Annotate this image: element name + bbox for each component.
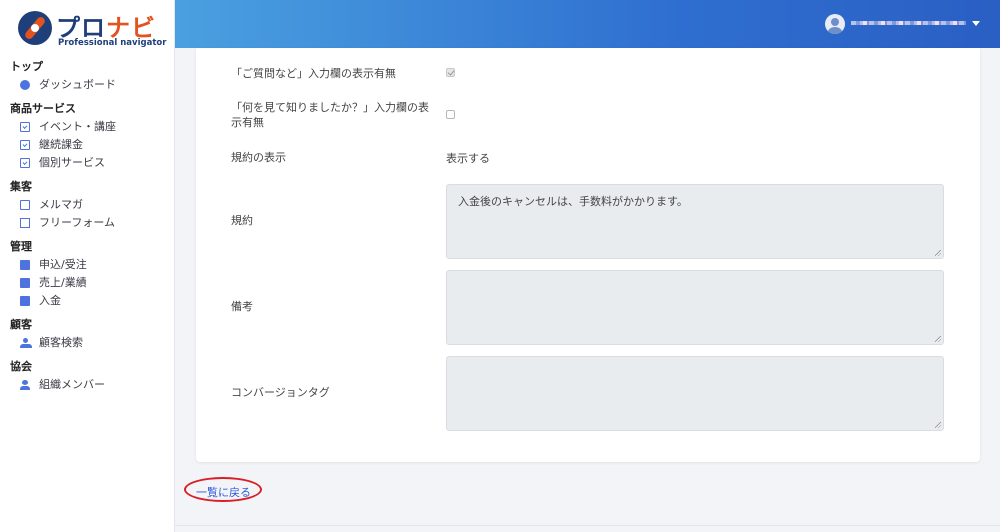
sidebar-item-events[interactable]: イベント・講座 bbox=[0, 118, 175, 136]
calendar-icon bbox=[20, 296, 30, 306]
nav-section-management: 管理 bbox=[10, 240, 32, 253]
terms-textarea[interactable]: 入金後のキャンセルは、手数料がかかります。 bbox=[446, 184, 944, 259]
nav-section-top: トップ bbox=[10, 60, 43, 73]
nav-section-association: 協会 bbox=[10, 360, 32, 373]
sidebar-item-label: ダッシュボード bbox=[39, 78, 116, 91]
brand-logo[interactable]: プロナビ Professional navigator bbox=[16, 8, 166, 50]
footer-divider bbox=[175, 525, 1000, 526]
calendar-icon bbox=[20, 278, 30, 288]
sidebar-item-subscription[interactable]: 継続課金 bbox=[0, 136, 175, 154]
user-menu-name[interactable]: ■■■■■■■■■■■■ bbox=[851, 17, 966, 29]
sidebar-item-label: メルマガ bbox=[39, 198, 83, 211]
sidebar-item-payments[interactable]: 入金 bbox=[0, 292, 175, 310]
sidebar-item-label: 入金 bbox=[39, 294, 61, 307]
form-icon bbox=[20, 218, 30, 228]
sidebar-nav: トップ ダッシュボード 商品サービス イベント・講座 継続課金 個別サービス 集… bbox=[0, 58, 175, 394]
nav-section-customers: 顧客 bbox=[10, 318, 32, 331]
terms-display-value: 表示する bbox=[446, 152, 490, 165]
referral-field-label: 「何を見て知りましたか？」入力欄の表 示有無 bbox=[231, 101, 429, 129]
sidebar-item-sales[interactable]: 売上/業績 bbox=[0, 274, 175, 292]
calendar-check-icon bbox=[20, 158, 30, 168]
sidebar-item-dashboard[interactable]: ダッシュボード bbox=[0, 76, 175, 94]
sidebar-item-label: イベント・講座 bbox=[39, 120, 116, 133]
question-field-checkbox[interactable] bbox=[446, 68, 455, 77]
referral-field-checkbox[interactable] bbox=[446, 110, 455, 119]
compass-icon bbox=[18, 11, 52, 45]
conversion-tag-textarea[interactable] bbox=[446, 356, 944, 431]
sidebar-item-individual-services[interactable]: 個別サービス bbox=[0, 154, 175, 172]
conversion-tag-label: コンバージョンタグ bbox=[231, 386, 330, 399]
terms-label: 規約 bbox=[231, 214, 253, 227]
topbar: ■■■■■■■■■■■■ bbox=[175, 0, 1000, 48]
users-icon bbox=[20, 338, 32, 348]
dashboard-icon bbox=[20, 80, 30, 90]
calendar-check-icon bbox=[20, 140, 30, 150]
terms-display-label: 規約の表示 bbox=[231, 151, 286, 164]
question-field-label: 「ご質問など」入力欄の表示有無 bbox=[231, 67, 396, 80]
sidebar-item-newsletter[interactable]: メルマガ bbox=[0, 196, 175, 214]
sidebar-item-label: 個別サービス bbox=[39, 156, 105, 169]
sidebar-item-free-form[interactable]: フリーフォーム bbox=[0, 214, 175, 232]
calendar-check-icon bbox=[20, 122, 30, 132]
sidebar-item-orders[interactable]: 申込/受注 bbox=[0, 256, 175, 274]
user-icon bbox=[20, 380, 30, 390]
settings-card: 「ご質問など」入力欄の表示有無 「何を見て知りましたか？」入力欄の表 示有無 規約… bbox=[196, 48, 980, 462]
nav-section-marketing: 集客 bbox=[10, 180, 32, 193]
avatar[interactable] bbox=[825, 14, 845, 34]
notes-label: 備考 bbox=[231, 300, 253, 313]
sidebar-item-label: 組織メンバー bbox=[39, 378, 105, 391]
nav-section-products: 商品サービス bbox=[10, 102, 76, 115]
caret-down-icon[interactable] bbox=[972, 21, 980, 26]
sidebar-item-label: 売上/業績 bbox=[39, 276, 87, 289]
sidebar-item-members[interactable]: 組織メンバー bbox=[0, 376, 175, 394]
sidebar-item-label: 顧客検索 bbox=[39, 336, 83, 349]
sidebar-item-customer-search[interactable]: 顧客検索 bbox=[0, 334, 175, 352]
sidebar: プロナビ Professional navigator トップ ダッシュボード … bbox=[0, 0, 175, 532]
calendar-icon bbox=[20, 260, 30, 270]
back-to-list-link[interactable]: 一覧に戻る bbox=[196, 484, 251, 500]
envelope-icon bbox=[20, 200, 30, 210]
sidebar-item-label: フリーフォーム bbox=[39, 216, 116, 229]
sidebar-item-label: 継続課金 bbox=[39, 138, 83, 151]
sidebar-item-label: 申込/受注 bbox=[39, 258, 87, 271]
logo-subtitle: Professional navigator bbox=[58, 38, 167, 48]
notes-textarea[interactable] bbox=[446, 270, 944, 345]
